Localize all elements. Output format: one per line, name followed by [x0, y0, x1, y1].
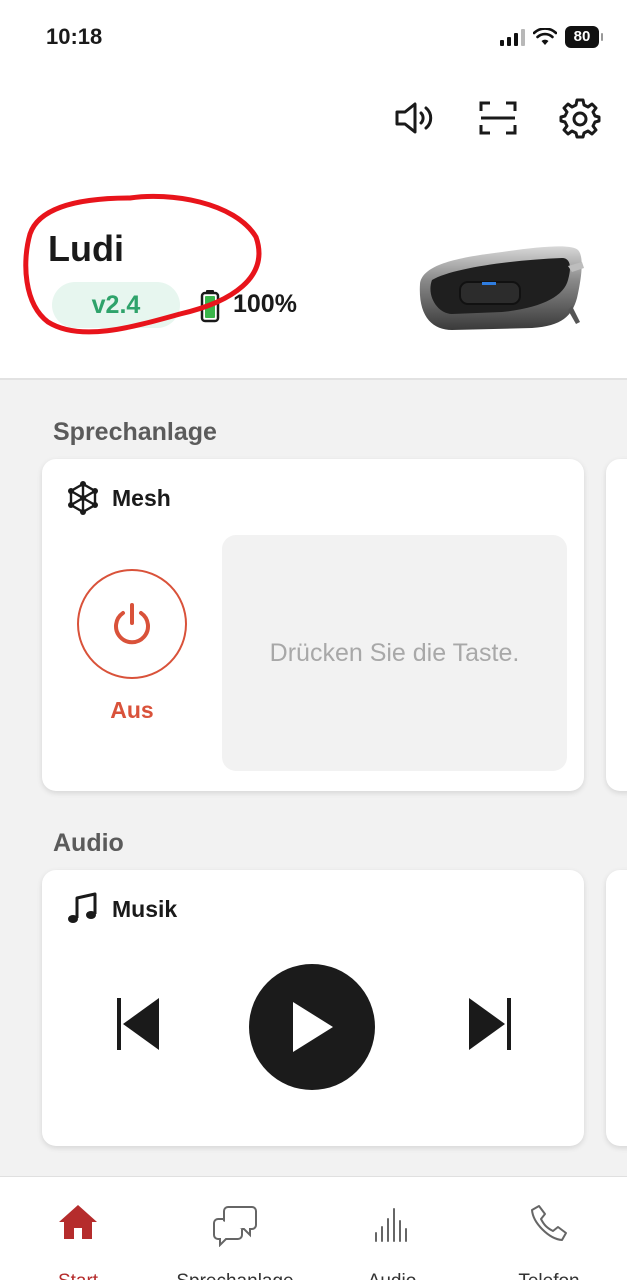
tab-start[interactable]: Start: [0, 1177, 156, 1280]
wifi-icon: [533, 28, 557, 45]
scan-icon[interactable]: [474, 94, 522, 142]
status-time: 10:18: [46, 24, 103, 49]
mesh-hint-text: Drücken Sie die Taste.: [269, 638, 520, 667]
intercom-section-title: Sprechanlage: [53, 418, 217, 446]
bottom-tab-bar: Start Sprechanlage Audio: [0, 1176, 627, 1280]
cellular-signal-icon: [500, 28, 525, 46]
audio-bars-icon: [375, 1208, 407, 1242]
tab-sprechanlage[interactable]: Sprechanlage: [157, 1177, 313, 1280]
music-note-icon: [68, 892, 97, 923]
next-audio-card-peek[interactable]: [606, 870, 627, 1146]
mesh-card[interactable]: Mesh Aus Drücken Sie die Taste.: [42, 459, 584, 791]
chat-bubbles-icon: [213, 1206, 257, 1247]
mesh-power-state: Aus: [110, 697, 154, 723]
play-icon: [293, 1002, 333, 1052]
speaker-volume-icon[interactable]: [391, 94, 439, 142]
header-divider: [0, 378, 627, 380]
headset-device-image: [419, 246, 584, 330]
next-intercom-card-peek[interactable]: [606, 459, 627, 791]
tab-sprechanlage-label: Sprechanlage: [157, 1271, 313, 1280]
next-track-button[interactable]: [460, 994, 520, 1054]
battery-icon: 80: [565, 26, 603, 48]
music-card-title: Musik: [112, 895, 178, 922]
home-icon: [59, 1205, 97, 1239]
previous-track-button[interactable]: [108, 994, 168, 1054]
mesh-hint-box: Drücken Sie die Taste.: [222, 535, 567, 771]
music-card-header: Musik: [66, 892, 177, 926]
tab-telefon[interactable]: Telefon: [471, 1177, 627, 1280]
header-panel: 10:18 80 Ludi v2.4 100%: [0, 0, 627, 378]
next-track-icon: [469, 998, 511, 1050]
tab-audio-label: Audio: [314, 1271, 470, 1280]
mesh-card-title: Mesh: [112, 484, 171, 511]
play-button[interactable]: [249, 964, 375, 1090]
tab-telefon-label: Telefon: [471, 1271, 627, 1280]
mesh-card-header: Mesh: [66, 481, 171, 515]
power-icon: [114, 603, 150, 645]
settings-gear-icon[interactable]: [556, 94, 604, 142]
audio-section-title: Audio: [53, 829, 124, 857]
mesh-power-button[interactable]: [77, 569, 187, 679]
phone-icon: [531, 1205, 567, 1241]
tab-audio[interactable]: Audio: [314, 1177, 470, 1280]
status-icons: 80: [500, 26, 603, 48]
previous-track-icon: [117, 998, 159, 1050]
tab-start-label: Start: [0, 1271, 156, 1280]
red-annotation-circle: [23, 193, 262, 335]
mesh-network-icon: [68, 481, 98, 515]
music-card[interactable]: Musik: [42, 870, 584, 1146]
